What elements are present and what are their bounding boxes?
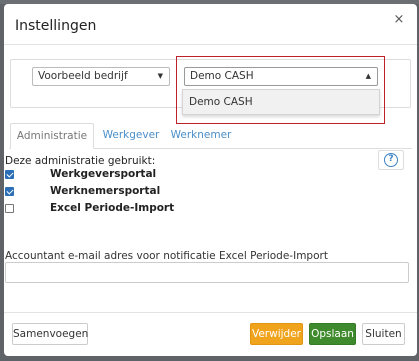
chevron-down-icon: ▼ bbox=[157, 72, 163, 80]
dialog-title: Instellingen bbox=[15, 18, 97, 34]
checkbox-werknemersportal[interactable] bbox=[5, 187, 14, 196]
close-button[interactable]: Sluiten bbox=[362, 323, 405, 345]
merge-button[interactable]: Samenvoegen bbox=[12, 323, 88, 345]
label-excel-periode-import: Excel Periode-Import bbox=[50, 202, 175, 214]
dropdown-option-demo-cash[interactable]: Demo CASH bbox=[182, 89, 380, 115]
tab-administratie[interactable]: Administratie bbox=[10, 123, 94, 149]
tab-werknemer[interactable]: Werknemer bbox=[161, 123, 241, 149]
save-button[interactable]: Opslaan bbox=[309, 323, 356, 345]
company-select-value: Voorbeeld bedrijf bbox=[38, 70, 128, 82]
uses-label: Deze administratie gebruikt: bbox=[5, 155, 156, 167]
close-icon[interactable]: × bbox=[392, 13, 406, 27]
settings-dialog: Instellingen × Voorbeeld bedrijf ▼ Demo … bbox=[4, 4, 417, 356]
checkbox-excel-periode-import[interactable] bbox=[5, 204, 14, 213]
label-werkgeversportal: Werkgeversportal bbox=[50, 168, 157, 180]
email-label: Accountant e-mail adres voor notificatie… bbox=[5, 250, 328, 262]
checkbox-werkgeversportal[interactable] bbox=[5, 170, 14, 179]
email-field[interactable] bbox=[5, 262, 409, 283]
administration-select[interactable]: Demo CASH ▲ bbox=[184, 67, 378, 86]
chevron-up-icon: ▲ bbox=[365, 72, 371, 80]
label-werknemersportal: Werknemersportal bbox=[50, 185, 161, 197]
delete-button[interactable]: Verwijder bbox=[250, 323, 303, 345]
company-select[interactable]: Voorbeeld bedrijf ▼ bbox=[32, 67, 170, 86]
administration-select-value: Demo CASH bbox=[190, 70, 254, 82]
header-divider bbox=[4, 44, 417, 45]
help-button[interactable]: ? bbox=[378, 150, 404, 170]
help-icon: ? bbox=[384, 153, 398, 167]
tab-werkgever[interactable]: Werkgever bbox=[96, 123, 166, 149]
footer-divider bbox=[4, 312, 417, 313]
